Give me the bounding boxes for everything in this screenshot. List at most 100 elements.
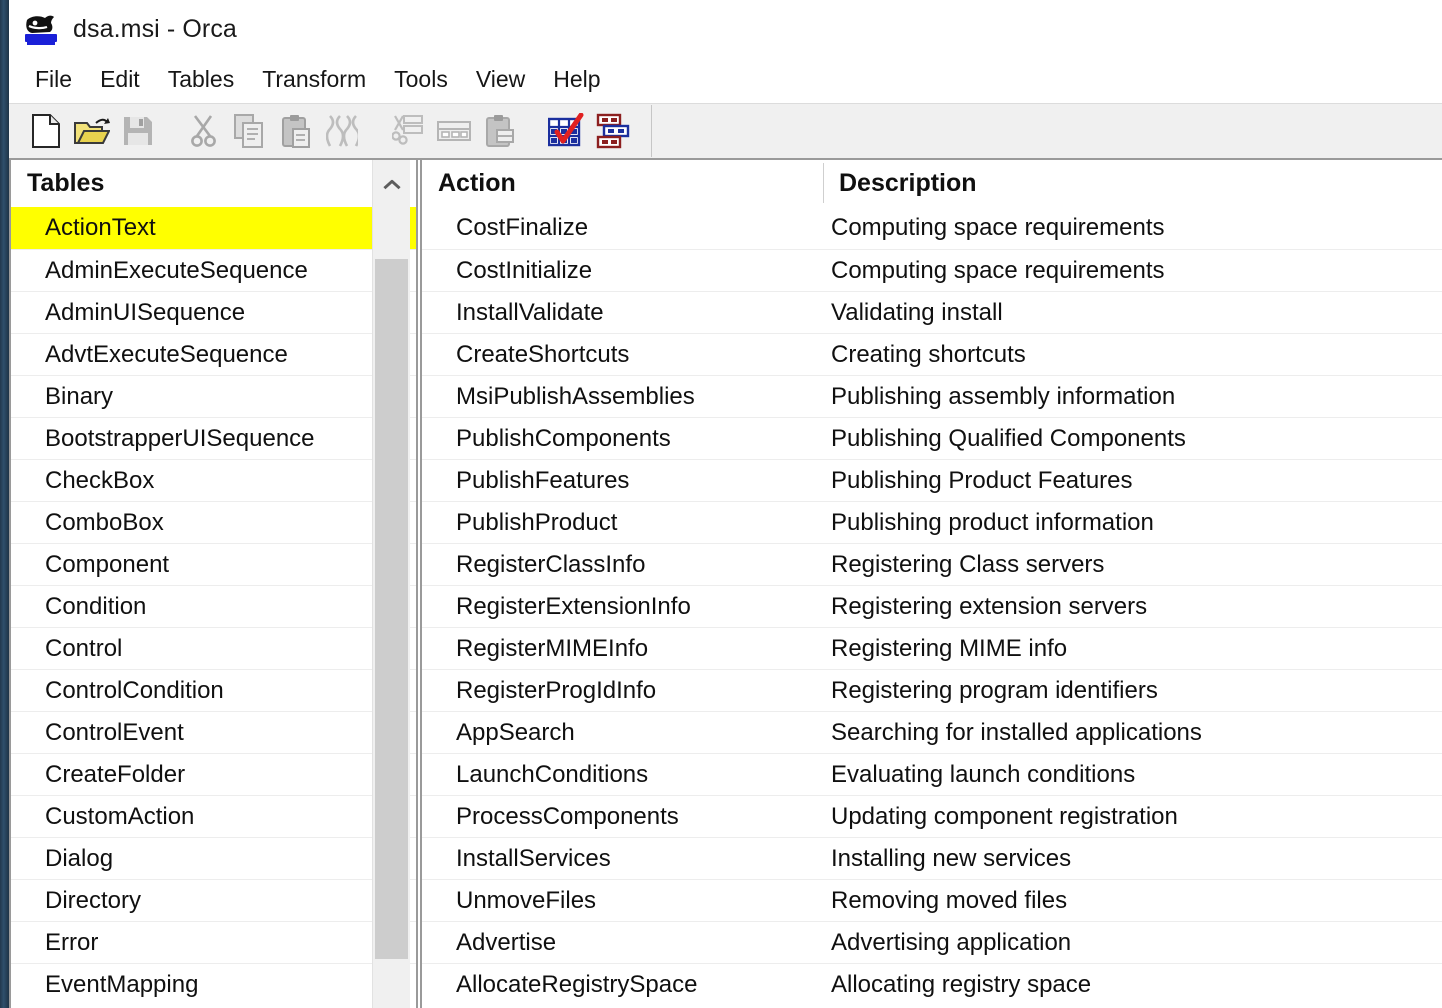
record-cell-description[interactable]: Advertising application bbox=[823, 929, 1442, 957]
record-cell-description[interactable]: Searching for installed applications bbox=[823, 719, 1442, 747]
toolbar-drop-row-button[interactable] bbox=[319, 108, 365, 154]
table-list-item[interactable]: AdminUISequence bbox=[11, 291, 416, 333]
record-cell-action[interactable]: Advertise bbox=[422, 929, 823, 957]
table-list-item[interactable]: AdvtExecuteSequence bbox=[11, 333, 416, 375]
table-list-item[interactable]: Control bbox=[11, 627, 416, 669]
record-cell-action[interactable]: PublishProduct bbox=[422, 509, 823, 537]
record-cell-description[interactable]: Creating shortcuts bbox=[823, 341, 1442, 369]
record-row[interactable]: InstallServices Installing new services bbox=[422, 837, 1442, 879]
record-cell-action[interactable]: CostInitialize bbox=[422, 257, 823, 285]
record-cell-action[interactable]: InstallServices bbox=[422, 845, 823, 873]
record-row[interactable]: CostFinalize Computing space requirements bbox=[422, 207, 1442, 249]
menu-tools[interactable]: Tools bbox=[380, 64, 462, 97]
record-cell-action[interactable]: MsiPublishAssemblies bbox=[422, 383, 823, 411]
record-cell-action[interactable]: PublishFeatures bbox=[422, 467, 823, 495]
toolbar-cut-table-button[interactable] bbox=[385, 108, 431, 154]
records-list[interactable]: CostFinalize Computing space requirements… bbox=[422, 207, 1442, 1005]
table-list-item[interactable]: CheckBox bbox=[11, 459, 416, 501]
record-row[interactable]: RegisterProgIdInfo Registering program id… bbox=[422, 669, 1442, 711]
record-cell-description[interactable]: Installing new services bbox=[823, 845, 1442, 873]
toolbar-open-button[interactable] bbox=[69, 108, 115, 154]
table-list-item[interactable]: Condition bbox=[11, 585, 416, 627]
table-list-item[interactable]: CreateFolder bbox=[11, 753, 416, 795]
toolbar-paste-table-button[interactable] bbox=[477, 108, 523, 154]
record-cell-action[interactable]: RegisterMIMEInfo bbox=[422, 635, 823, 663]
menu-file[interactable]: File bbox=[21, 64, 86, 97]
record-cell-action[interactable]: LaunchConditions bbox=[422, 761, 823, 789]
table-list-item[interactable]: Error bbox=[11, 921, 416, 963]
table-list-item[interactable]: ComboBox bbox=[11, 501, 416, 543]
record-cell-action[interactable]: AllocateRegistrySpace bbox=[422, 971, 823, 999]
record-cell-description[interactable]: Registering extension servers bbox=[823, 593, 1442, 621]
scrollbar-thumb[interactable] bbox=[375, 259, 408, 959]
record-row[interactable]: PublishProduct Publishing product informa… bbox=[422, 501, 1442, 543]
record-cell-description[interactable]: Registering program identifiers bbox=[823, 677, 1442, 705]
record-row[interactable]: PublishFeatures Publishing Product Featur… bbox=[422, 459, 1442, 501]
scrollbar-track[interactable] bbox=[373, 207, 410, 1008]
record-row[interactable]: RegisterClassInfo Registering Class serve… bbox=[422, 543, 1442, 585]
table-list-item[interactable]: BootstrapperUISequence bbox=[11, 417, 416, 459]
column-header-description[interactable]: Description bbox=[823, 160, 1442, 207]
toolbar-validate-button[interactable] bbox=[543, 108, 589, 154]
record-cell-description[interactable]: Removing moved files bbox=[823, 887, 1442, 915]
record-cell-description[interactable]: Computing space requirements bbox=[823, 214, 1442, 242]
toolbar-save-button[interactable] bbox=[115, 108, 161, 154]
record-cell-action[interactable]: ProcessComponents bbox=[422, 803, 823, 831]
record-row[interactable]: AllocateRegistrySpace Allocating registry… bbox=[422, 963, 1442, 1005]
record-row[interactable]: RegisterExtensionInfo Registering extensi… bbox=[422, 585, 1442, 627]
menu-help[interactable]: Help bbox=[539, 64, 614, 97]
menu-view[interactable]: View bbox=[462, 64, 539, 97]
menu-edit[interactable]: Edit bbox=[86, 64, 154, 97]
table-list-item[interactable]: ControlCondition bbox=[11, 669, 416, 711]
table-list-item[interactable]: Component bbox=[11, 543, 416, 585]
toolbar-cut-button[interactable] bbox=[181, 108, 227, 154]
table-list-item[interactable]: Dialog bbox=[11, 837, 416, 879]
record-row[interactable]: ProcessComponents Updating component regi… bbox=[422, 795, 1442, 837]
record-cell-description[interactable]: Evaluating launch conditions bbox=[823, 761, 1442, 789]
record-cell-description[interactable]: Registering Class servers bbox=[823, 551, 1442, 579]
record-row[interactable]: CreateShortcuts Creating shortcuts bbox=[422, 333, 1442, 375]
record-cell-action[interactable]: UnmoveFiles bbox=[422, 887, 823, 915]
toolbar-new-button[interactable] bbox=[23, 108, 69, 154]
tables-list[interactable]: ActionText AdminExecuteSequence AdminUISeq… bbox=[11, 207, 416, 1005]
record-cell-action[interactable]: AppSearch bbox=[422, 719, 823, 747]
table-list-item[interactable]: CustomAction bbox=[11, 795, 416, 837]
record-cell-description[interactable]: Computing space requirements bbox=[823, 257, 1442, 285]
record-cell-description[interactable]: Validating install bbox=[823, 299, 1442, 327]
toolbar-copy-button[interactable] bbox=[227, 108, 273, 154]
record-row[interactable]: UnmoveFiles Removing moved files bbox=[422, 879, 1442, 921]
record-cell-action[interactable]: RegisterClassInfo bbox=[422, 551, 823, 579]
record-cell-action[interactable]: CreateShortcuts bbox=[422, 341, 823, 369]
record-row[interactable]: MsiPublishAssemblies Publishing assembly … bbox=[422, 375, 1442, 417]
table-list-item[interactable]: EventMapping bbox=[11, 963, 416, 1005]
record-cell-action[interactable]: InstallValidate bbox=[422, 299, 823, 327]
menu-transform[interactable]: Transform bbox=[248, 64, 380, 97]
record-row[interactable]: PublishComponents Publishing Qualified Co… bbox=[422, 417, 1442, 459]
record-cell-description[interactable]: Publishing Qualified Components bbox=[823, 425, 1442, 453]
record-row[interactable]: AppSearch Searching for installed applica… bbox=[422, 711, 1442, 753]
scroll-up-button[interactable] bbox=[373, 160, 410, 207]
record-cell-action[interactable]: PublishComponents bbox=[422, 425, 823, 453]
tables-scrollbar[interactable] bbox=[372, 160, 410, 1008]
table-list-item[interactable]: ActionText bbox=[11, 207, 416, 249]
record-cell-description[interactable]: Allocating registry space bbox=[823, 971, 1442, 999]
toolbar-copy-table-button[interactable] bbox=[431, 108, 477, 154]
toolbar-add-tables-button[interactable] bbox=[589, 108, 635, 154]
record-row[interactable]: InstallValidate Validating install bbox=[422, 291, 1442, 333]
column-header-action[interactable]: Action bbox=[422, 160, 823, 207]
record-row[interactable]: CostInitialize Computing space requiremen… bbox=[422, 249, 1442, 291]
record-cell-description[interactable]: Publishing product information bbox=[823, 509, 1442, 537]
record-cell-description[interactable]: Publishing Product Features bbox=[823, 467, 1442, 495]
record-row[interactable]: RegisterMIMEInfo Registering MIME info bbox=[422, 627, 1442, 669]
record-cell-action[interactable]: RegisterExtensionInfo bbox=[422, 593, 823, 621]
menu-tables[interactable]: Tables bbox=[154, 64, 248, 97]
record-cell-description[interactable]: Publishing assembly information bbox=[823, 383, 1442, 411]
record-row[interactable]: Advertise Advertising application bbox=[422, 921, 1442, 963]
record-cell-action[interactable]: CostFinalize bbox=[422, 214, 823, 242]
record-row[interactable]: LaunchConditions Evaluating launch condit… bbox=[422, 753, 1442, 795]
record-cell-action[interactable]: RegisterProgIdInfo bbox=[422, 677, 823, 705]
table-list-item[interactable]: Directory bbox=[11, 879, 416, 921]
table-list-item[interactable]: AdminExecuteSequence bbox=[11, 249, 416, 291]
table-list-item[interactable]: Binary bbox=[11, 375, 416, 417]
table-list-item[interactable]: ControlEvent bbox=[11, 711, 416, 753]
